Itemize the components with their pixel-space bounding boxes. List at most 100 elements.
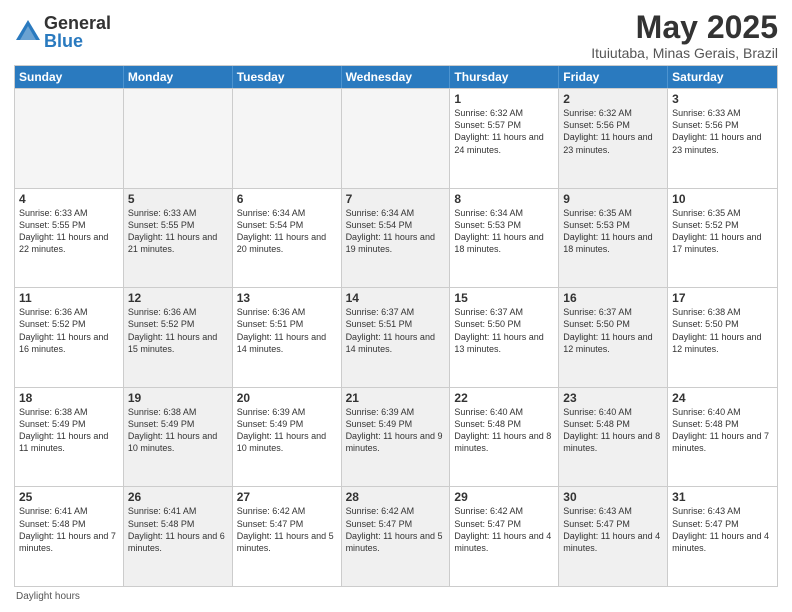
calendar-cell xyxy=(124,89,233,188)
day-info: Sunrise: 6:38 AM Sunset: 5:49 PM Dayligh… xyxy=(128,406,228,455)
calendar-cell: 20Sunrise: 6:39 AM Sunset: 5:49 PM Dayli… xyxy=(233,388,342,487)
calendar-cell: 25Sunrise: 6:41 AM Sunset: 5:48 PM Dayli… xyxy=(15,487,124,586)
calendar-cell: 18Sunrise: 6:38 AM Sunset: 5:49 PM Dayli… xyxy=(15,388,124,487)
calendar-cell: 9Sunrise: 6:35 AM Sunset: 5:53 PM Daylig… xyxy=(559,189,668,288)
day-number: 31 xyxy=(672,490,773,504)
day-info: Sunrise: 6:34 AM Sunset: 5:54 PM Dayligh… xyxy=(346,207,446,256)
day-number: 10 xyxy=(672,192,773,206)
day-info: Sunrise: 6:39 AM Sunset: 5:49 PM Dayligh… xyxy=(237,406,337,455)
calendar-cell: 11Sunrise: 6:36 AM Sunset: 5:52 PM Dayli… xyxy=(15,288,124,387)
day-info: Sunrise: 6:37 AM Sunset: 5:51 PM Dayligh… xyxy=(346,306,446,355)
logo: General Blue xyxy=(14,14,111,50)
calendar-header-cell: Saturday xyxy=(668,66,777,88)
day-info: Sunrise: 6:42 AM Sunset: 5:47 PM Dayligh… xyxy=(237,505,337,554)
day-number: 12 xyxy=(128,291,228,305)
day-number: 27 xyxy=(237,490,337,504)
calendar-cell: 1Sunrise: 6:32 AM Sunset: 5:57 PM Daylig… xyxy=(450,89,559,188)
day-number: 13 xyxy=(237,291,337,305)
day-number: 19 xyxy=(128,391,228,405)
calendar-cell: 29Sunrise: 6:42 AM Sunset: 5:47 PM Dayli… xyxy=(450,487,559,586)
day-number: 1 xyxy=(454,92,554,106)
calendar-week: 25Sunrise: 6:41 AM Sunset: 5:48 PM Dayli… xyxy=(15,486,777,586)
calendar-cell: 13Sunrise: 6:36 AM Sunset: 5:51 PM Dayli… xyxy=(233,288,342,387)
calendar-cell xyxy=(15,89,124,188)
calendar-cell xyxy=(233,89,342,188)
day-number: 29 xyxy=(454,490,554,504)
day-info: Sunrise: 6:43 AM Sunset: 5:47 PM Dayligh… xyxy=(563,505,663,554)
day-info: Sunrise: 6:40 AM Sunset: 5:48 PM Dayligh… xyxy=(454,406,554,455)
day-number: 2 xyxy=(563,92,663,106)
day-info: Sunrise: 6:38 AM Sunset: 5:49 PM Dayligh… xyxy=(19,406,119,455)
day-number: 11 xyxy=(19,291,119,305)
logo-blue: Blue xyxy=(44,32,111,50)
day-info: Sunrise: 6:38 AM Sunset: 5:50 PM Dayligh… xyxy=(672,306,773,355)
calendar-cell: 2Sunrise: 6:32 AM Sunset: 5:56 PM Daylig… xyxy=(559,89,668,188)
calendar-header-cell: Monday xyxy=(124,66,233,88)
day-info: Sunrise: 6:42 AM Sunset: 5:47 PM Dayligh… xyxy=(454,505,554,554)
day-info: Sunrise: 6:43 AM Sunset: 5:47 PM Dayligh… xyxy=(672,505,773,554)
day-number: 7 xyxy=(346,192,446,206)
day-number: 17 xyxy=(672,291,773,305)
calendar-cell: 10Sunrise: 6:35 AM Sunset: 5:52 PM Dayli… xyxy=(668,189,777,288)
day-number: 18 xyxy=(19,391,119,405)
title-block: May 2025 Ituiutaba, Minas Gerais, Brazil xyxy=(591,10,778,61)
footer-label: Daylight hours xyxy=(16,591,80,602)
calendar-header-cell: Wednesday xyxy=(342,66,451,88)
calendar-cell: 27Sunrise: 6:42 AM Sunset: 5:47 PM Dayli… xyxy=(233,487,342,586)
calendar-cell: 23Sunrise: 6:40 AM Sunset: 5:48 PM Dayli… xyxy=(559,388,668,487)
day-info: Sunrise: 6:34 AM Sunset: 5:54 PM Dayligh… xyxy=(237,207,337,256)
calendar-header-cell: Friday xyxy=(559,66,668,88)
calendar-header: SundayMondayTuesdayWednesdayThursdayFrid… xyxy=(15,66,777,88)
logo-general: General xyxy=(44,14,111,32)
day-info: Sunrise: 6:36 AM Sunset: 5:52 PM Dayligh… xyxy=(19,306,119,355)
day-info: Sunrise: 6:37 AM Sunset: 5:50 PM Dayligh… xyxy=(454,306,554,355)
calendar-week: 1Sunrise: 6:32 AM Sunset: 5:57 PM Daylig… xyxy=(15,88,777,188)
calendar-cell: 19Sunrise: 6:38 AM Sunset: 5:49 PM Dayli… xyxy=(124,388,233,487)
day-info: Sunrise: 6:32 AM Sunset: 5:56 PM Dayligh… xyxy=(563,107,663,156)
day-info: Sunrise: 6:39 AM Sunset: 5:49 PM Dayligh… xyxy=(346,406,446,455)
calendar-cell: 14Sunrise: 6:37 AM Sunset: 5:51 PM Dayli… xyxy=(342,288,451,387)
day-info: Sunrise: 6:35 AM Sunset: 5:53 PM Dayligh… xyxy=(563,207,663,256)
day-info: Sunrise: 6:42 AM Sunset: 5:47 PM Dayligh… xyxy=(346,505,446,554)
calendar-cell: 12Sunrise: 6:36 AM Sunset: 5:52 PM Dayli… xyxy=(124,288,233,387)
day-info: Sunrise: 6:36 AM Sunset: 5:51 PM Dayligh… xyxy=(237,306,337,355)
calendar: SundayMondayTuesdayWednesdayThursdayFrid… xyxy=(14,65,778,587)
day-number: 5 xyxy=(128,192,228,206)
calendar-cell: 16Sunrise: 6:37 AM Sunset: 5:50 PM Dayli… xyxy=(559,288,668,387)
calendar-week: 11Sunrise: 6:36 AM Sunset: 5:52 PM Dayli… xyxy=(15,287,777,387)
calendar-cell: 17Sunrise: 6:38 AM Sunset: 5:50 PM Dayli… xyxy=(668,288,777,387)
calendar-week: 4Sunrise: 6:33 AM Sunset: 5:55 PM Daylig… xyxy=(15,188,777,288)
calendar-header-cell: Thursday xyxy=(450,66,559,88)
page: General Blue May 2025 Ituiutaba, Minas G… xyxy=(0,0,792,612)
day-info: Sunrise: 6:40 AM Sunset: 5:48 PM Dayligh… xyxy=(672,406,773,455)
calendar-header-cell: Sunday xyxy=(15,66,124,88)
day-number: 25 xyxy=(19,490,119,504)
day-number: 3 xyxy=(672,92,773,106)
day-info: Sunrise: 6:33 AM Sunset: 5:56 PM Dayligh… xyxy=(672,107,773,156)
calendar-cell: 26Sunrise: 6:41 AM Sunset: 5:48 PM Dayli… xyxy=(124,487,233,586)
day-info: Sunrise: 6:41 AM Sunset: 5:48 PM Dayligh… xyxy=(19,505,119,554)
calendar-cell: 7Sunrise: 6:34 AM Sunset: 5:54 PM Daylig… xyxy=(342,189,451,288)
logo-text: General Blue xyxy=(44,14,111,50)
calendar-cell xyxy=(342,89,451,188)
calendar-cell: 8Sunrise: 6:34 AM Sunset: 5:53 PM Daylig… xyxy=(450,189,559,288)
day-number: 9 xyxy=(563,192,663,206)
footer: Daylight hours xyxy=(14,591,778,602)
calendar-cell: 21Sunrise: 6:39 AM Sunset: 5:49 PM Dayli… xyxy=(342,388,451,487)
subtitle: Ituiutaba, Minas Gerais, Brazil xyxy=(591,45,778,61)
day-info: Sunrise: 6:37 AM Sunset: 5:50 PM Dayligh… xyxy=(563,306,663,355)
day-number: 21 xyxy=(346,391,446,405)
day-info: Sunrise: 6:33 AM Sunset: 5:55 PM Dayligh… xyxy=(128,207,228,256)
day-number: 6 xyxy=(237,192,337,206)
day-number: 16 xyxy=(563,291,663,305)
calendar-cell: 30Sunrise: 6:43 AM Sunset: 5:47 PM Dayli… xyxy=(559,487,668,586)
day-number: 28 xyxy=(346,490,446,504)
calendar-cell: 31Sunrise: 6:43 AM Sunset: 5:47 PM Dayli… xyxy=(668,487,777,586)
calendar-body: 1Sunrise: 6:32 AM Sunset: 5:57 PM Daylig… xyxy=(15,88,777,586)
calendar-cell: 4Sunrise: 6:33 AM Sunset: 5:55 PM Daylig… xyxy=(15,189,124,288)
day-info: Sunrise: 6:32 AM Sunset: 5:57 PM Dayligh… xyxy=(454,107,554,156)
calendar-cell: 5Sunrise: 6:33 AM Sunset: 5:55 PM Daylig… xyxy=(124,189,233,288)
day-number: 22 xyxy=(454,391,554,405)
calendar-header-cell: Tuesday xyxy=(233,66,342,88)
day-number: 20 xyxy=(237,391,337,405)
